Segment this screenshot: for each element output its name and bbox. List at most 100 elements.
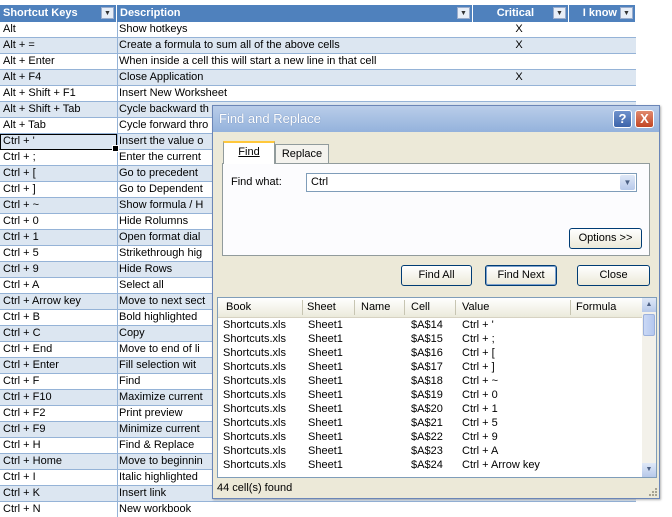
help-button[interactable]: ?: [613, 110, 632, 128]
cell-shortcut-key[interactable]: Ctrl + N: [3, 502, 115, 517]
cell-shortcut-key[interactable]: Ctrl + A: [3, 278, 115, 293]
dialog-titlebar[interactable]: Find and Replace ? X: [213, 106, 659, 132]
column-separator[interactable]: [570, 300, 571, 315]
result-row[interactable]: Shortcuts.xls Sheet1 $A$15 Ctrl + ;: [218, 333, 642, 347]
cell-critical[interactable]: [500, 502, 538, 517]
find-what-combobox[interactable]: Ctrl ▼: [306, 173, 637, 192]
header-i-know[interactable]: I know ▼: [569, 5, 636, 22]
cell-shortcut-key[interactable]: Ctrl + C: [3, 326, 115, 341]
cell-shortcut-key[interactable]: Alt: [3, 22, 115, 37]
cell-shortcut-key[interactable]: Ctrl + 1: [3, 230, 115, 245]
cell-shortcut-key[interactable]: Ctrl + ;: [3, 150, 115, 165]
scroll-thumb[interactable]: [643, 314, 655, 336]
cell-critical[interactable]: X: [500, 22, 538, 37]
filter-dropdown-icon[interactable]: ▼: [620, 7, 633, 19]
table-row[interactable]: Alt + F4 Close Application X: [0, 70, 636, 86]
column-separator[interactable]: [354, 300, 355, 315]
cell-shortcut-key[interactable]: Alt + =: [3, 38, 115, 53]
cell-description[interactable]: Insert New Worksheet: [119, 86, 499, 101]
result-row[interactable]: Shortcuts.xls Sheet1 $A$24 Ctrl + Arrow key: [218, 459, 642, 473]
find-next-button[interactable]: Find Next: [485, 265, 557, 286]
cell-shortcut-key[interactable]: Ctrl + F2: [3, 406, 115, 421]
cell-shortcut-key[interactable]: Ctrl + 9: [3, 262, 115, 277]
col-book[interactable]: Book: [226, 301, 251, 313]
cell-shortcut-key[interactable]: Alt + Shift + Tab: [3, 102, 115, 117]
filter-dropdown-icon[interactable]: ▼: [553, 7, 566, 19]
table-row[interactable]: Alt Show hotkeys X: [0, 22, 636, 38]
table-row[interactable]: Ctrl + N New workbook: [0, 502, 636, 517]
scroll-down-icon[interactable]: ▼: [642, 463, 656, 477]
cell-shortcut-key[interactable]: Alt + Enter: [3, 54, 115, 69]
find-replace-dialog: Find and Replace ? X Find Replace Find w…: [212, 105, 660, 499]
filter-active-icon[interactable]: ▼: [101, 7, 114, 19]
cell-shortcut-key[interactable]: Alt + Tab: [3, 118, 115, 133]
cell-description[interactable]: New workbook: [119, 502, 499, 517]
header-description[interactable]: Description ▼: [117, 5, 473, 22]
col-sheet[interactable]: Sheet: [307, 301, 336, 313]
fill-handle[interactable]: [112, 145, 119, 152]
cell-shortcut-key[interactable]: Ctrl + F: [3, 374, 115, 389]
result-row[interactable]: Shortcuts.xls Sheet1 $A$22 Ctrl + 9: [218, 431, 642, 445]
cell-shortcut-key[interactable]: Ctrl + I: [3, 470, 115, 485]
cell-shortcut-key[interactable]: Ctrl + Arrow key: [3, 294, 115, 309]
cell-shortcut-key[interactable]: Alt + F4: [3, 70, 115, 85]
cell-shortcut-key[interactable]: Ctrl + ~: [3, 198, 115, 213]
table-row[interactable]: Alt + Enter When inside a cell this will …: [0, 54, 636, 70]
cell-shortcut-key[interactable]: Alt + Shift + F1: [3, 86, 115, 101]
results-scrollbar[interactable]: ▲ ▼: [642, 298, 656, 477]
resize-grip-icon[interactable]: [647, 486, 657, 496]
filter-dropdown-icon[interactable]: ▼: [457, 7, 470, 19]
cell-critical[interactable]: X: [500, 70, 538, 85]
cell-description[interactable]: When inside a cell this will start a new…: [119, 54, 499, 69]
col-formula[interactable]: Formula: [576, 301, 616, 313]
table-row[interactable]: Alt + = Create a formula to sum all of th…: [0, 38, 636, 54]
cell-shortcut-key[interactable]: Ctrl + 5: [3, 246, 115, 261]
result-row[interactable]: Shortcuts.xls Sheet1 $A$17 Ctrl + ]: [218, 361, 642, 375]
col-cell[interactable]: Cell: [411, 301, 430, 313]
close-x-button[interactable]: X: [635, 110, 654, 128]
scroll-up-icon[interactable]: ▲: [642, 298, 656, 312]
cell-description[interactable]: Close Application: [119, 70, 499, 85]
find-what-value[interactable]: Ctrl: [311, 176, 328, 188]
result-row[interactable]: Shortcuts.xls Sheet1 $A$23 Ctrl + A: [218, 445, 642, 459]
active-cell-selection[interactable]: [0, 134, 119, 152]
result-cell: $A$17: [411, 361, 443, 373]
cell-shortcut-key[interactable]: Ctrl + F9: [3, 422, 115, 437]
cell-shortcut-key[interactable]: Ctrl + Enter: [3, 358, 115, 373]
result-row[interactable]: Shortcuts.xls Sheet1 $A$19 Ctrl + 0: [218, 389, 642, 403]
find-all-button[interactable]: Find All: [401, 265, 472, 286]
close-button[interactable]: Close: [577, 265, 650, 286]
result-row[interactable]: Shortcuts.xls Sheet1 $A$20 Ctrl + 1: [218, 403, 642, 417]
result-row[interactable]: Shortcuts.xls Sheet1 $A$16 Ctrl + [: [218, 347, 642, 361]
options-button[interactable]: Options >>: [569, 228, 642, 249]
tab-replace[interactable]: Replace: [275, 144, 329, 164]
cell-shortcut-key[interactable]: Ctrl + F10: [3, 390, 115, 405]
tab-find[interactable]: Find: [223, 141, 275, 164]
cell-shortcut-key[interactable]: Ctrl + ]: [3, 182, 115, 197]
cell-shortcut-key[interactable]: Ctrl + End: [3, 342, 115, 357]
cell-description[interactable]: Create a formula to sum all of the above…: [119, 38, 499, 53]
cell-critical[interactable]: [500, 54, 538, 69]
result-row[interactable]: Shortcuts.xls Sheet1 $A$21 Ctrl + 5: [218, 417, 642, 431]
cell-shortcut-key[interactable]: Ctrl + Home: [3, 454, 115, 469]
table-row[interactable]: Alt + Shift + F1 Insert New Worksheet: [0, 86, 636, 102]
cell-shortcut-key[interactable]: Ctrl + B: [3, 310, 115, 325]
result-row[interactable]: Shortcuts.xls Sheet1 $A$18 Ctrl + ~: [218, 375, 642, 389]
cell-shortcut-key[interactable]: Ctrl + [: [3, 166, 115, 181]
column-separator[interactable]: [455, 300, 456, 315]
column-separator[interactable]: [302, 300, 303, 315]
result-row[interactable]: Shortcuts.xls Sheet1 $A$14 Ctrl + ': [218, 319, 642, 333]
col-name[interactable]: Name: [361, 301, 390, 313]
cell-shortcut-key[interactable]: Ctrl + K: [3, 486, 115, 501]
header-critical[interactable]: Critical ▼: [473, 5, 569, 22]
header-shortcut-keys[interactable]: Shortcut Keys ▼: [0, 5, 117, 22]
cell-shortcut-key[interactable]: Ctrl + H: [3, 438, 115, 453]
cell-description[interactable]: Show hotkeys: [119, 22, 499, 37]
cell-critical[interactable]: [500, 86, 538, 101]
cell-critical[interactable]: X: [500, 38, 538, 53]
col-value[interactable]: Value: [462, 301, 489, 313]
results-list[interactable]: Book Sheet Name Cell Value Formula Short…: [217, 297, 657, 478]
cell-shortcut-key[interactable]: Ctrl + 0: [3, 214, 115, 229]
chevron-down-icon[interactable]: ▼: [620, 175, 635, 190]
column-separator[interactable]: [404, 300, 405, 315]
